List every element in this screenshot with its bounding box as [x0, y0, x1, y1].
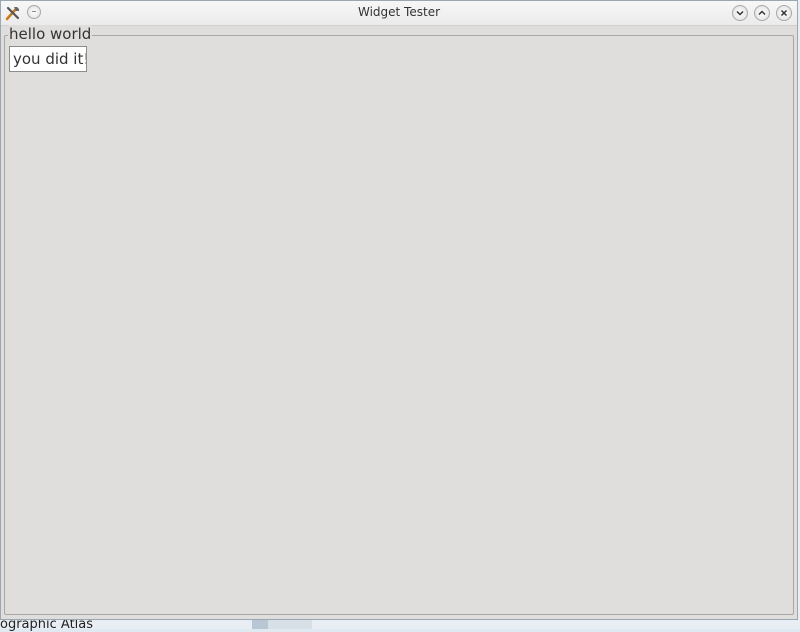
window-titlebar[interactable]: Widget Tester [1, 1, 797, 26]
close-icon[interactable] [776, 5, 792, 21]
text-field[interactable]: you did it! [9, 46, 87, 72]
chevron-down-icon[interactable] [732, 5, 748, 21]
chevron-up-icon[interactable] [754, 5, 770, 21]
groupbox: hello world you did it! [4, 25, 794, 615]
groupbox-title: hello world [8, 25, 93, 43]
background-window-tab [268, 620, 312, 629]
window-content: hello world you did it! [1, 25, 797, 619]
background-window-tab [252, 620, 268, 629]
window-title: Widget Tester [357, 5, 441, 19]
widget-tester-window: Widget Tester hello world you did it! [0, 0, 798, 620]
resize-handle[interactable] [794, 301, 797, 321]
